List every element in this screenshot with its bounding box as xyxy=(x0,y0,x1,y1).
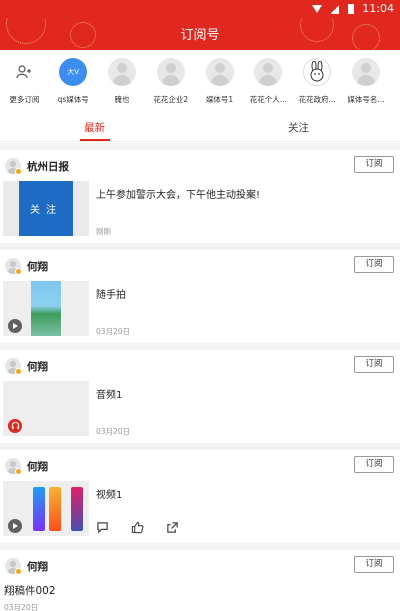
channel-label: 更多订阅 xyxy=(9,95,40,104)
play-icon[interactable] xyxy=(8,519,22,533)
channel-strip: 更多订阅 大V qs媒体号 腌也 花花企业2 媒体号1 花花个人... 花花政府… xyxy=(0,52,400,112)
headphones-icon[interactable] xyxy=(8,419,22,433)
status-bar: 11:04 xyxy=(0,0,400,18)
subscribe-button[interactable]: 订阅 xyxy=(354,556,394,573)
feed-card[interactable]: 何翔 订阅 音频1 03月20日 xyxy=(0,343,400,443)
channel-avatar xyxy=(351,58,380,86)
status-time: 11:04 xyxy=(362,2,394,15)
thumbs-up-icon[interactable] xyxy=(131,521,144,534)
rabbit-avatar-icon xyxy=(303,58,332,86)
channel-item[interactable]: 媒体号名... xyxy=(342,52,391,112)
subscribe-button[interactable]: 订阅 xyxy=(354,456,394,473)
channel-item[interactable]: 媒体号1 xyxy=(195,52,244,112)
phone-image xyxy=(33,487,45,531)
feed-card[interactable]: 杭州日报 订阅 关注 上午参加警示大会，下午他主动投案! 刚刚 xyxy=(0,143,400,243)
author-name[interactable]: 何翔 xyxy=(27,459,48,474)
subscribe-button[interactable]: 订阅 xyxy=(354,156,394,173)
channel-label: 花花个人... xyxy=(249,95,287,104)
phone-image xyxy=(71,487,83,531)
article-date: 03月20日 xyxy=(96,427,131,436)
channel-label: 媒体号名... xyxy=(347,95,385,104)
channel-label: 花花企业2 xyxy=(153,95,189,104)
verified-badge-icon xyxy=(15,268,22,275)
channel-item[interactable]: 腌也 xyxy=(98,52,147,112)
article-title[interactable]: 随手拍 xyxy=(96,286,126,301)
system-icons xyxy=(312,4,354,14)
channel-avatar xyxy=(107,58,136,86)
channel-item[interactable]: 花花政府... xyxy=(293,52,342,112)
article-thumbnail[interactable]: 关注 xyxy=(3,181,89,236)
feed-card[interactable]: 何翔 订阅 翔稿件002 03月20日 xyxy=(0,543,400,611)
channel-label: 腌也 xyxy=(114,95,130,104)
phone-image xyxy=(49,487,61,531)
active-tab-indicator xyxy=(80,139,110,141)
channel-label: 花花政府... xyxy=(298,95,336,104)
channel-avatar xyxy=(254,58,283,86)
article-date: 03月20日 xyxy=(96,327,131,336)
author-name[interactable]: 何翔 xyxy=(27,359,48,374)
channel-label: 媒体号1 xyxy=(205,95,234,104)
comment-icon[interactable] xyxy=(96,521,109,534)
channel-more-subscriptions[interactable]: 更多订阅 xyxy=(0,52,49,112)
audio-thumbnail[interactable] xyxy=(3,381,89,436)
channel-item[interactable]: 花花个人... xyxy=(244,52,293,112)
article-title[interactable]: 翔稿件002 xyxy=(4,583,56,598)
channel-qs-media[interactable]: 大V qs媒体号 xyxy=(49,52,98,112)
avatar-text: 大V xyxy=(67,68,80,76)
verified-badge-icon xyxy=(15,368,22,375)
signal-icon xyxy=(331,4,339,14)
article-title[interactable]: 音频1 xyxy=(96,386,122,401)
tab-latest[interactable]: 最新 xyxy=(84,120,105,135)
channel-item[interactable]: 花花企业2 xyxy=(146,52,195,112)
author-name[interactable]: 杭州日报 xyxy=(27,159,69,174)
channel-avatar xyxy=(156,58,185,86)
article-title[interactable]: 上午参加警示大会，下午他主动投案! xyxy=(96,186,260,201)
article-date: 刚刚 xyxy=(96,227,111,236)
article-date: 03月20日 xyxy=(4,603,39,611)
channel-label: qs媒体号 xyxy=(57,95,89,104)
channel-avatar: 大V xyxy=(59,58,88,86)
battery-icon xyxy=(348,4,354,14)
channel-avatar xyxy=(205,58,234,86)
tab-following[interactable]: 关注 xyxy=(288,120,309,135)
feed-tabs: 最新 关注 xyxy=(0,114,400,142)
video-thumbnail[interactable] xyxy=(3,281,89,336)
action-bar xyxy=(96,521,179,534)
video-thumbnail[interactable] xyxy=(3,481,89,536)
page-title: 订阅号 xyxy=(180,28,220,43)
subscribe-button[interactable]: 订阅 xyxy=(354,256,394,273)
article-title[interactable]: 视频1 xyxy=(96,486,122,501)
play-icon[interactable] xyxy=(8,319,22,333)
verified-badge-icon xyxy=(15,168,22,175)
landscape-image xyxy=(31,281,61,336)
add-user-icon xyxy=(10,58,38,86)
verified-badge-icon xyxy=(15,568,22,575)
feed-card[interactable]: 何翔 订阅 视频1 xyxy=(0,443,400,543)
title-bar: 订阅号 xyxy=(0,18,400,50)
author-name[interactable]: 何翔 xyxy=(27,259,48,274)
wifi-icon xyxy=(312,5,322,13)
verified-badge-icon xyxy=(15,468,22,475)
share-icon[interactable] xyxy=(166,521,179,534)
thumbnail-text: 关注 xyxy=(19,181,73,236)
feed-card[interactable]: 何翔 订阅 随手拍 03月20日 xyxy=(0,243,400,343)
author-name[interactable]: 何翔 xyxy=(27,559,48,574)
subscribe-button[interactable]: 订阅 xyxy=(354,356,394,373)
